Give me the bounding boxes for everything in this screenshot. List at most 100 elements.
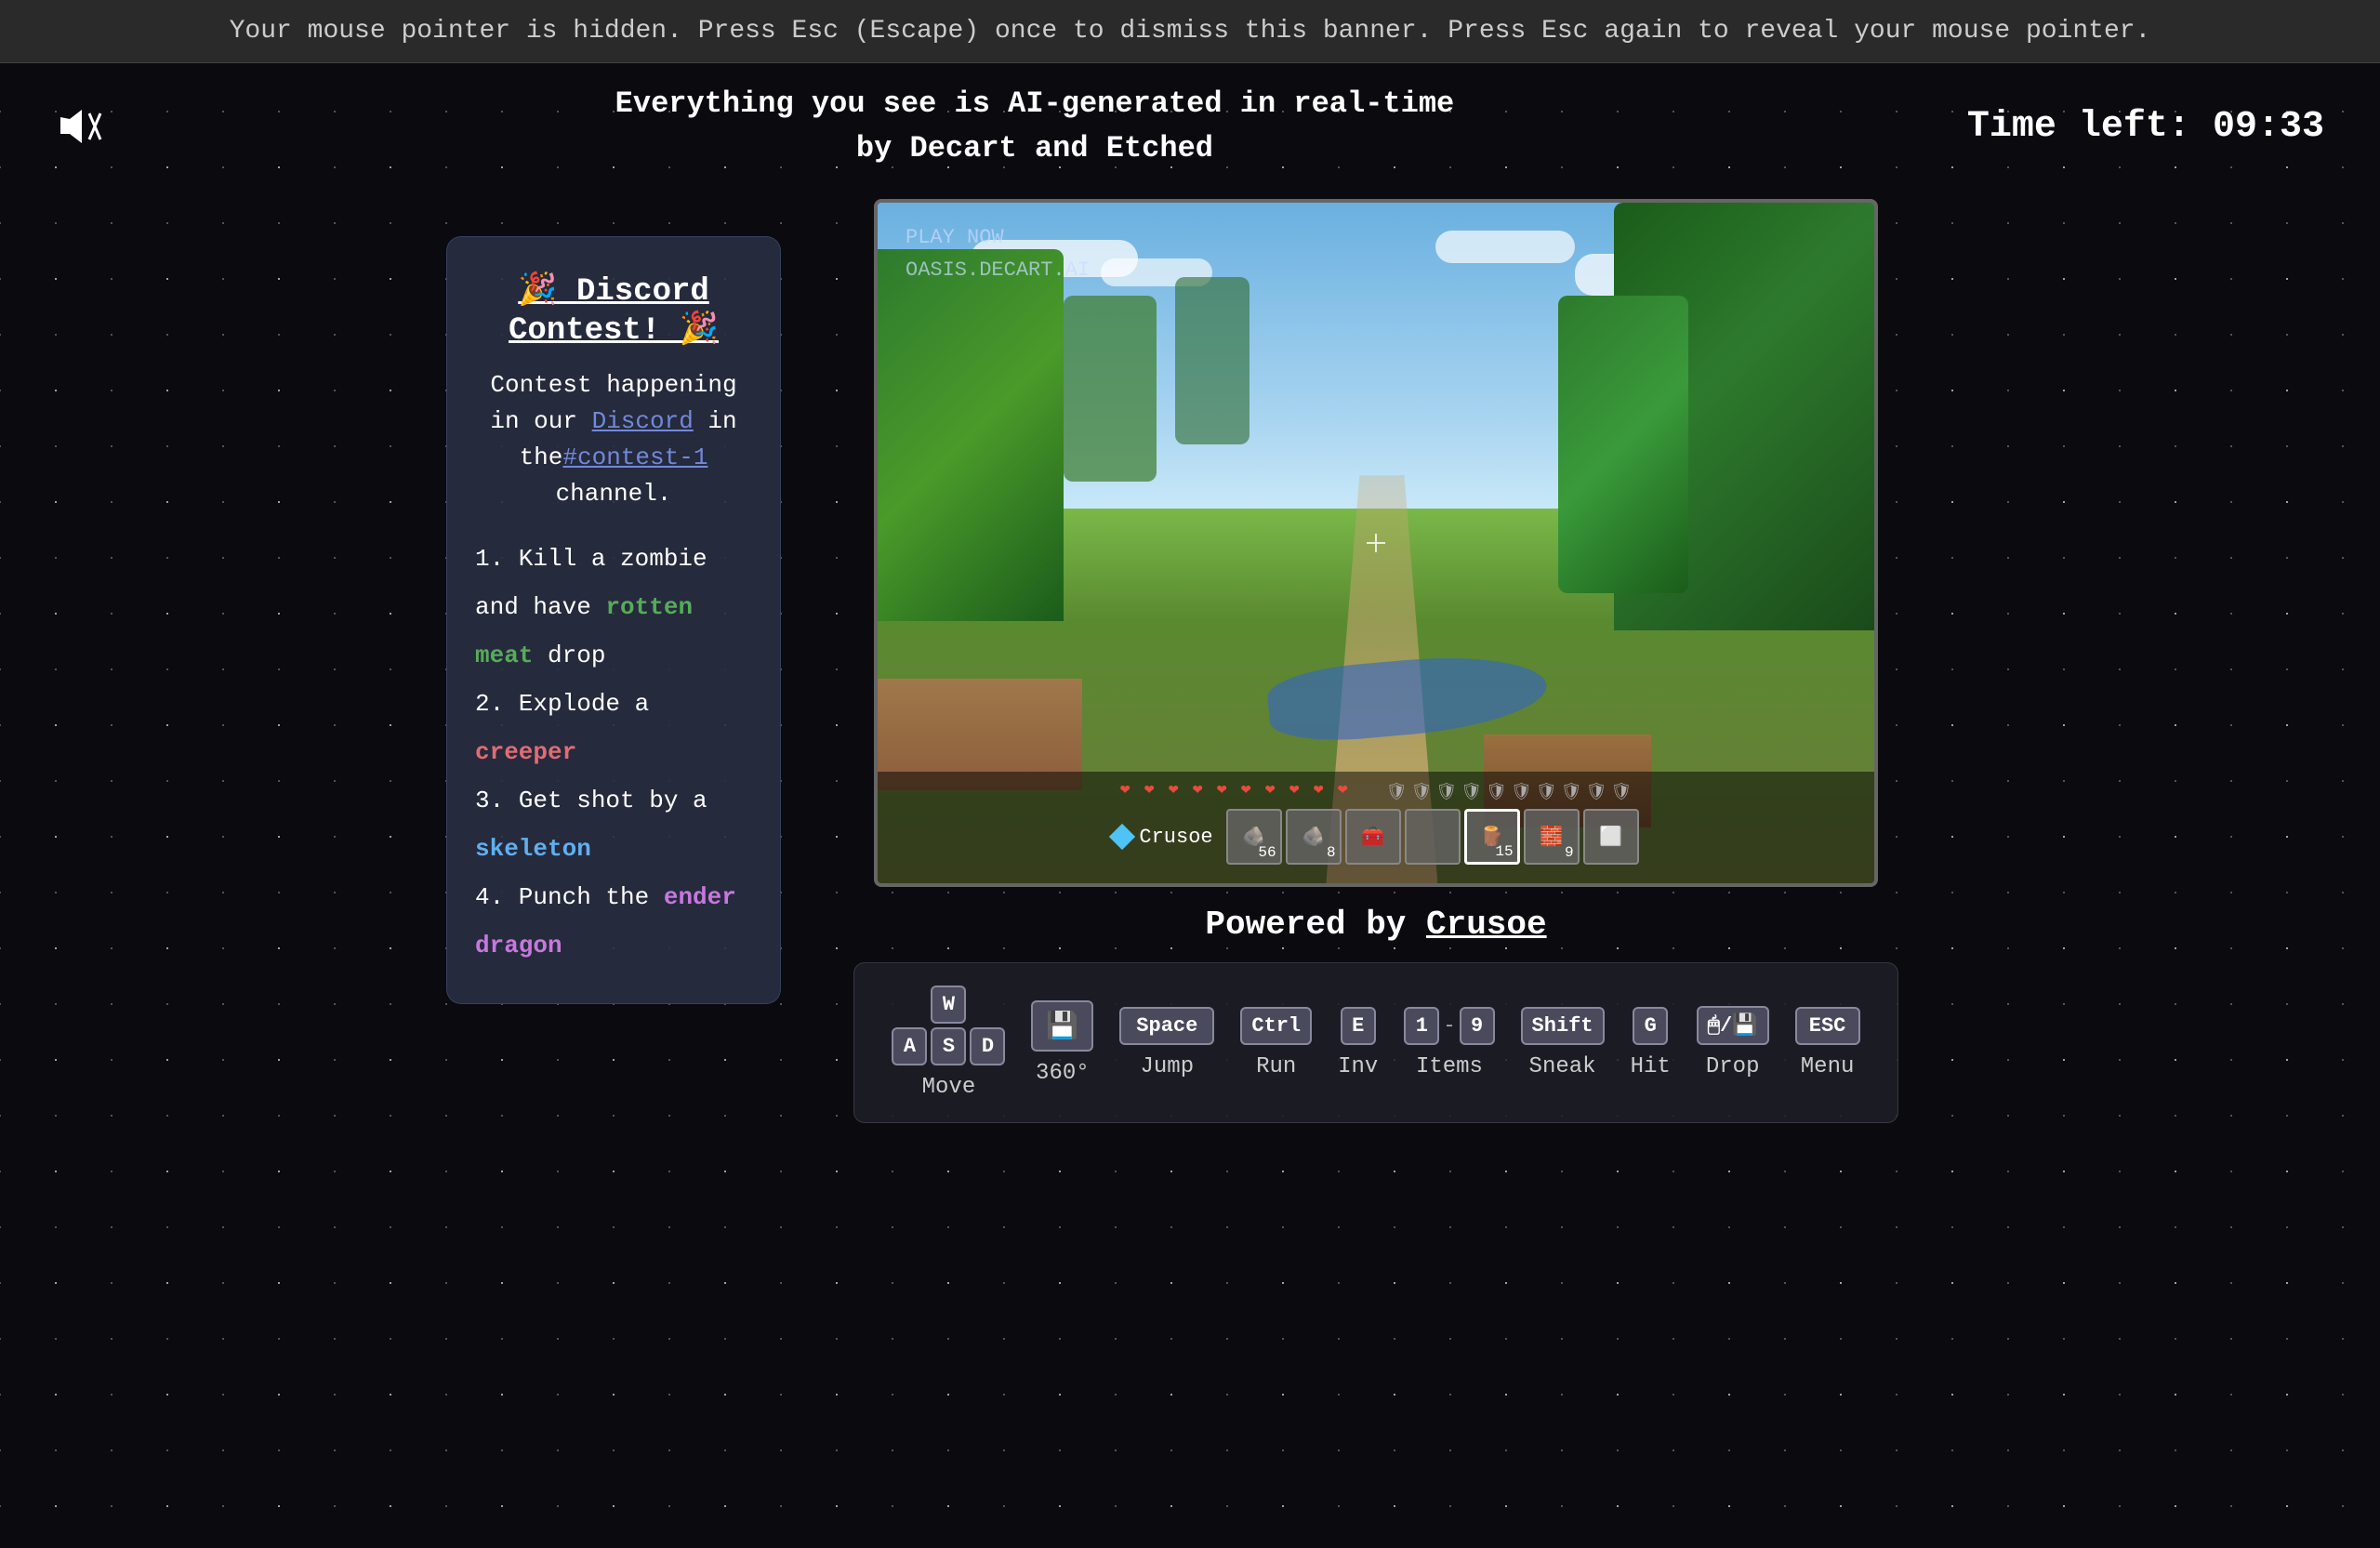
heart: ❤ <box>1265 779 1286 800</box>
discord-panel: 🎉 Discord Contest! 🎉 Contest happening i… <box>446 236 781 1004</box>
health-armor-row: ❤ ❤ ❤ ❤ ❤ ❤ ❤ ❤ ❤ ❤ 🛡 <box>1120 779 1633 805</box>
hotbar-row: Crusoe 🪨 56 🪨 8 � <box>1113 809 1638 865</box>
control-move: W A S D Move <box>892 986 1005 1100</box>
cloud <box>1435 231 1575 263</box>
sneak-key: Shift <box>1521 1007 1605 1045</box>
items-keys: 1 - 9 <box>1404 1007 1494 1045</box>
key-9: 9 <box>1460 1007 1495 1045</box>
jump-key: Space <box>1119 1007 1214 1045</box>
heart: ❤ <box>1338 779 1358 800</box>
armor-icon: 🛡 <box>1586 782 1607 802</box>
controls-bar: W A S D Move 💾 360° <box>853 962 1897 1123</box>
move-keys: W A S D <box>892 986 1005 1065</box>
tree-left <box>878 249 1064 621</box>
contest-channel-link[interactable]: #contest-1 <box>562 443 707 471</box>
hud: ❤ ❤ ❤ ❤ ❤ ❤ ❤ ❤ ❤ ❤ 🛡 <box>878 772 1874 883</box>
banner-text: Your mouse pointer is hidden. Press Esc … <box>230 17 2151 46</box>
armor-icon: 🛡 <box>1511 782 1532 802</box>
player-name-display: Crusoe <box>1113 826 1212 849</box>
header-center: Everything you see is AI-generated in re… <box>615 82 1455 171</box>
hotbar-slot-4 <box>1405 809 1461 865</box>
hotbar-slot-5: 🪵 15 <box>1464 809 1520 865</box>
control-run-label: Run <box>1256 1054 1296 1079</box>
heart: ❤ <box>1217 779 1237 800</box>
control-run: Ctrl Run <box>1240 1007 1312 1079</box>
control-jump: Space Jump <box>1119 1007 1214 1079</box>
control-360-label: 360° <box>1036 1061 1090 1086</box>
key-e: E <box>1341 1007 1376 1045</box>
key-1: 1 <box>1404 1007 1439 1045</box>
play-now-line2: OASIS.DECART.AI <box>906 254 1090 286</box>
play-now-line1: PLAY NOW <box>906 221 1090 254</box>
control-menu: ESC Menu <box>1795 1007 1860 1079</box>
armor-icon: 🛡 <box>1461 782 1482 802</box>
armor-icon: 🛡 <box>1486 782 1507 802</box>
task-1: 1. Kill a zombie and have rotten meat dr… <box>475 535 752 680</box>
control-hit: G Hit <box>1631 1007 1671 1079</box>
control-drop: 🖱/💾 Drop <box>1697 1006 1769 1079</box>
heart: ❤ <box>1241 779 1262 800</box>
key-space: Space <box>1119 1007 1214 1045</box>
crosshair <box>1367 534 1385 552</box>
key-s: S <box>931 1027 966 1065</box>
powered-by-text: Powered by <box>1205 906 1426 944</box>
inv-key: E <box>1341 1007 1376 1045</box>
key-esc: ESC <box>1795 1007 1860 1045</box>
key-d: D <box>970 1027 1005 1065</box>
hit-key: G <box>1633 1007 1668 1045</box>
armor-icon: 🛡 <box>1411 782 1433 802</box>
hotbar-slot-3: 🧰 <box>1345 809 1401 865</box>
control-sneak-label: Sneak <box>1529 1054 1596 1079</box>
360-key: 💾 <box>1031 1000 1093 1052</box>
tree-bg1 <box>1064 296 1157 482</box>
heart: ❤ <box>1193 779 1213 800</box>
contest-list: 1. Kill a zombie and have rotten meat dr… <box>475 535 752 970</box>
control-move-label: Move <box>922 1075 976 1100</box>
key-360: 💾 <box>1031 1000 1093 1052</box>
menu-key: ESC <box>1795 1007 1860 1045</box>
game-container: PLAY NOW OASIS.DECART.AI ❤ ❤ ❤ ❤ ❤ <box>818 199 1934 1123</box>
control-jump-label: Jump <box>1141 1054 1195 1079</box>
desc-suffix: channel. <box>556 480 672 508</box>
control-items: 1 - 9 Items <box>1404 1007 1494 1079</box>
armor-icon: 🛡 <box>1386 782 1408 802</box>
heart: ❤ <box>1314 779 1334 800</box>
control-inv-label: Inv <box>1338 1054 1378 1079</box>
task-4: 4. Punch the ender dragon <box>475 873 752 970</box>
task-2: 2. Explode a creeper <box>475 680 752 776</box>
armor-bars: 🛡 🛡 🛡 🛡 🛡 🛡 🛡 🛡 🛡 🛡 <box>1386 782 1633 802</box>
powered-by-link[interactable]: Crusoe <box>1426 906 1547 944</box>
items-dash: - <box>1443 1014 1455 1038</box>
powered-by: Powered by Crusoe <box>1205 906 1546 944</box>
control-360: 💾 360° <box>1031 1000 1093 1086</box>
key-drop-icon: 🖱/💾 <box>1697 1006 1769 1045</box>
armor-icon: 🛡 <box>1610 782 1632 802</box>
main-content: 🎉 Discord Contest! 🎉 Contest happening i… <box>0 190 2380 1132</box>
player-name-text: Crusoe <box>1139 826 1212 849</box>
drop-key: 🖱/💾 <box>1697 1006 1769 1045</box>
control-items-label: Items <box>1416 1054 1483 1079</box>
heart: ❤ <box>1120 779 1141 800</box>
game-frame[interactable]: PLAY NOW OASIS.DECART.AI ❤ ❤ ❤ ❤ ❤ <box>874 199 1878 887</box>
tree-bg2 <box>1175 277 1250 444</box>
discord-link[interactable]: Discord <box>592 407 694 435</box>
mute-icon[interactable] <box>56 106 102 147</box>
discord-panel-title: 🎉 Discord Contest! 🎉 <box>475 271 752 349</box>
subtitle-line1: Everything you see is AI-generated in re… <box>615 82 1455 126</box>
timer-label: Time left: <box>1967 106 2190 148</box>
control-drop-label: Drop <box>1706 1054 1760 1079</box>
run-key: Ctrl <box>1240 1007 1312 1045</box>
hotbar-slot-6: 🧱 9 <box>1524 809 1580 865</box>
header: Everything you see is AI-generated in re… <box>0 63 2380 190</box>
key-shift: Shift <box>1521 1007 1605 1045</box>
heart: ❤ <box>1289 779 1310 800</box>
key-ctrl: Ctrl <box>1240 1007 1312 1045</box>
hotbar: 🪨 56 🪨 8 🧰 <box>1226 809 1639 865</box>
contest-description: Contest happening in our Discord in the#… <box>475 367 752 512</box>
control-hit-label: Hit <box>1631 1054 1671 1079</box>
armor-icon: 🛡 <box>1435 782 1457 802</box>
timer: Time left: 09:33 <box>1967 106 2324 148</box>
top-banner: Your mouse pointer is hidden. Press Esc … <box>0 0 2380 63</box>
key-g: G <box>1633 1007 1668 1045</box>
game-scene: PLAY NOW OASIS.DECART.AI ❤ ❤ ❤ ❤ ❤ <box>878 203 1874 883</box>
